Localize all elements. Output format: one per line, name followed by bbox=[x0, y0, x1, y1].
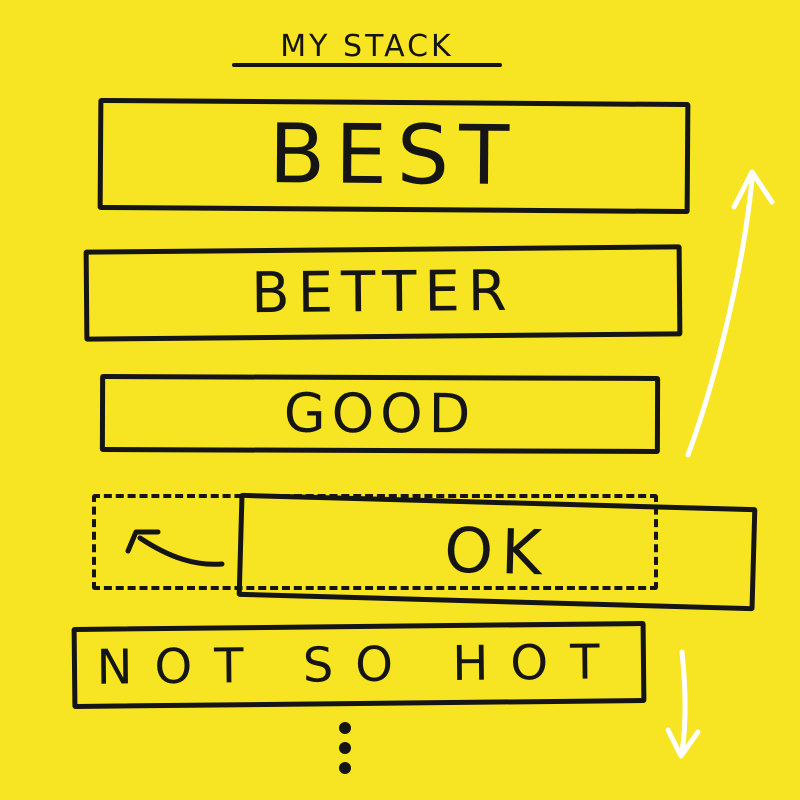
stack-item-not-so-hot[interactable]: NOT SO HOT bbox=[71, 620, 647, 710]
title-underline bbox=[232, 63, 502, 67]
dot bbox=[339, 722, 351, 734]
stack-canvas: MY STACK BEST BETTER GOOD OK NOT SO HOT bbox=[0, 0, 800, 800]
page-title: MY STACK bbox=[280, 29, 454, 64]
more-vertical-icon[interactable] bbox=[333, 722, 357, 782]
arrow-down-icon bbox=[665, 649, 701, 759]
stack-item-good[interactable]: GOOD bbox=[99, 374, 661, 454]
dot bbox=[339, 742, 351, 754]
stack-item-ok[interactable]: OK bbox=[236, 492, 758, 612]
stack-item-best[interactable]: BEST bbox=[97, 97, 691, 215]
dot bbox=[339, 762, 351, 774]
stack-item-label: BEST bbox=[268, 107, 520, 204]
arrow-up-icon bbox=[685, 169, 775, 458]
stack-item-label: BETTER bbox=[250, 258, 516, 327]
stack-item-label: GOOD bbox=[283, 381, 477, 446]
stack-item-label: NOT SO HOT bbox=[96, 634, 622, 696]
stack-item-label: OK bbox=[443, 513, 551, 590]
stack-item-better[interactable]: BETTER bbox=[83, 244, 683, 342]
